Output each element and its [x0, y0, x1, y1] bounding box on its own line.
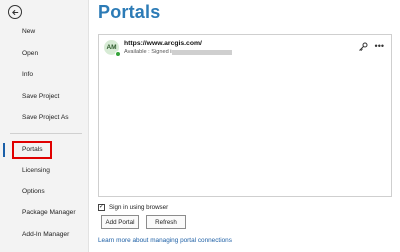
page-title: Portals	[98, 2, 161, 22]
portal-row[interactable]: AM https://www.arcgis.com/ Available : S…	[100, 36, 390, 58]
backstage-sidebar: New Open Info Save Project Save Project …	[0, 0, 89, 252]
nav-divider	[10, 133, 82, 134]
arrow-left-icon	[11, 9, 18, 15]
key-icon[interactable]	[358, 42, 368, 52]
active-nav-marker	[3, 143, 5, 157]
sign-in-browser-checkbox[interactable]: ✓	[98, 203, 105, 211]
nav-item-portals[interactable]: Portals	[22, 146, 43, 153]
refresh-button[interactable]: Refresh	[146, 215, 186, 229]
nav-item-licensing[interactable]: Licensing	[22, 167, 50, 174]
status-ok-icon	[115, 51, 121, 57]
nav-item-save-project[interactable]: Save Project	[22, 93, 59, 100]
add-portal-button[interactable]: Add Portal	[101, 215, 139, 229]
nav-item-new[interactable]: New	[22, 28, 35, 35]
portal-list: AM https://www.arcgis.com/ Available : S…	[98, 34, 392, 197]
learn-more-link[interactable]: Learn more about managing portal connect…	[98, 237, 232, 244]
nav-item-info[interactable]: Info	[22, 71, 33, 78]
nav-item-open[interactable]: Open	[22, 50, 38, 57]
sign-in-browser-label: Sign in using browser	[109, 203, 169, 211]
nav-item-add-in-manager[interactable]: Add-In Manager	[22, 231, 69, 238]
portal-url: https://www.arcgis.com/	[124, 40, 202, 47]
redacted-username	[172, 50, 232, 55]
sign-in-browser-row: ✓ Sign in using browser	[98, 202, 168, 212]
nav-item-save-project-as[interactable]: Save Project As	[22, 114, 69, 121]
nav-item-package-manager[interactable]: Package Manager	[22, 209, 76, 216]
more-options-icon[interactable]: •••	[375, 41, 384, 51]
nav-item-options[interactable]: Options	[22, 188, 45, 195]
back-button[interactable]	[8, 5, 22, 19]
